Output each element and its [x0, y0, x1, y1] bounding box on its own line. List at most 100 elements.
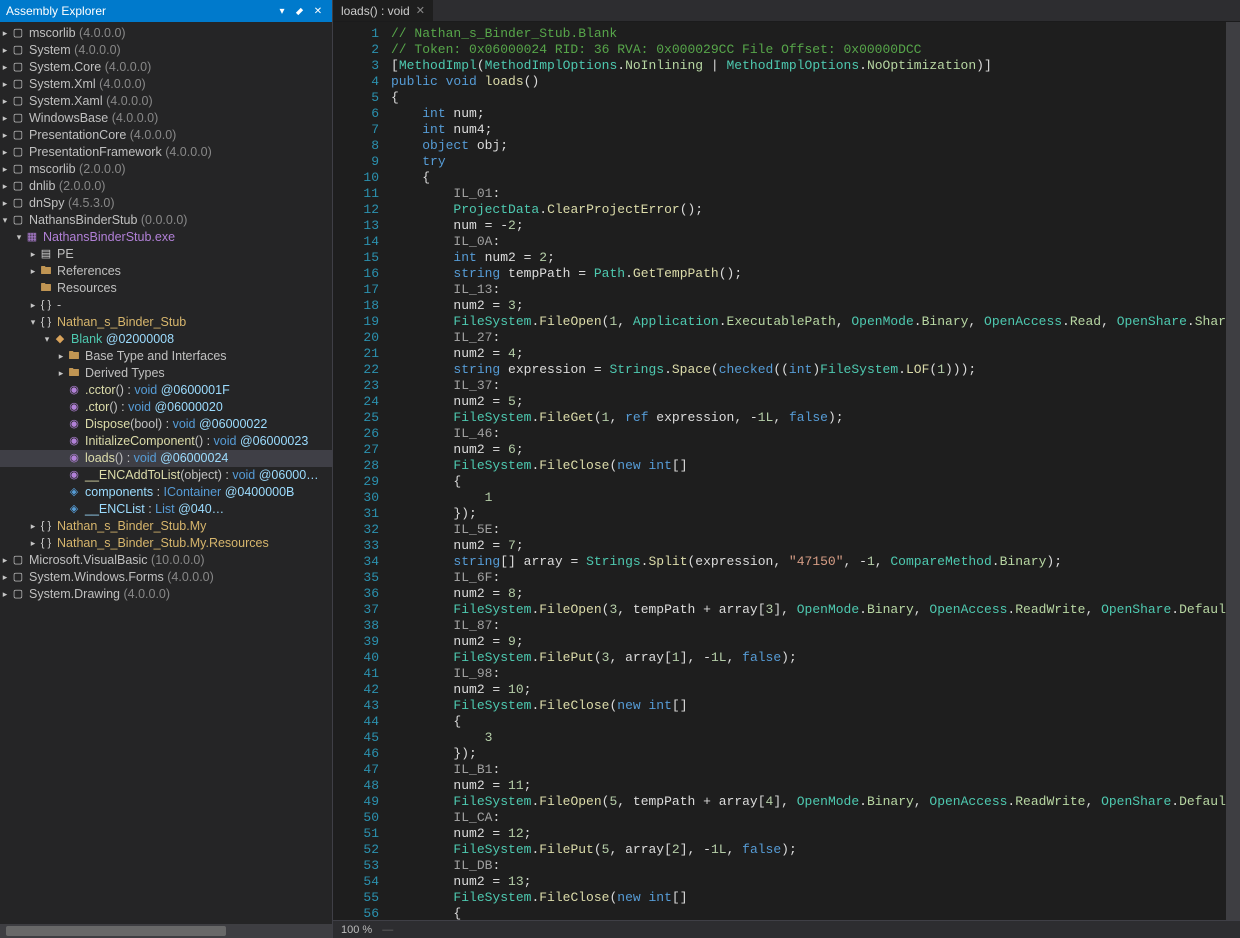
tree-row[interactable]: ▸{ }Nathan_s_Binder_Stub.My	[0, 518, 332, 535]
code-line[interactable]: object obj;	[391, 138, 1226, 154]
chevron-right-icon[interactable]: ▸	[0, 569, 10, 586]
tree-row[interactable]: ▾▦NathansBinderStub.exe	[0, 229, 332, 246]
code-line[interactable]: // Token: 0x06000024 RID: 36 RVA: 0x0000…	[391, 42, 1226, 58]
panel-dropdown-icon[interactable]: ▾	[274, 3, 290, 19]
code-line[interactable]: num2 = 8;	[391, 586, 1226, 602]
code-line[interactable]: num2 = 11;	[391, 778, 1226, 794]
code-line[interactable]: IL_DB:	[391, 858, 1226, 874]
code-line[interactable]: });	[391, 506, 1226, 522]
tree-row[interactable]: ▸▢Microsoft.VisualBasic (10.0.0.0)	[0, 552, 332, 569]
tree-row[interactable]: ▸▢dnSpy (4.5.3.0)	[0, 195, 332, 212]
code-line[interactable]: FileSystem.FileGet(1, ref expression, -1…	[391, 410, 1226, 426]
code-line[interactable]: IL_27:	[391, 330, 1226, 346]
chevron-right-icon[interactable]: ▸	[0, 25, 10, 42]
tree-row[interactable]: ▸◈__ENCList : List @040…	[0, 501, 332, 518]
code-line[interactable]: IL_87:	[391, 618, 1226, 634]
tree-row[interactable]: ▸▢System.Core (4.0.0.0)	[0, 59, 332, 76]
code-line[interactable]: IL_13:	[391, 282, 1226, 298]
code-line[interactable]: IL_98:	[391, 666, 1226, 682]
tree-row[interactable]: ▸▢WindowsBase (4.0.0.0)	[0, 110, 332, 127]
chevron-right-icon[interactable]: ▸	[0, 586, 10, 603]
code-line[interactable]: FileSystem.FileClose(new int[]	[391, 890, 1226, 906]
chevron-right-icon[interactable]: ▸	[0, 110, 10, 127]
code-line[interactable]: IL_CA:	[391, 810, 1226, 826]
tree-row[interactable]: ▸◉__ENCAddToList(object) : void @06000…	[0, 467, 332, 484]
code-line[interactable]: FileSystem.FileClose(new int[]	[391, 458, 1226, 474]
code-line[interactable]: {	[391, 170, 1226, 186]
chevron-right-icon[interactable]: ▸	[28, 246, 38, 263]
code-line[interactable]: string expression = Strings.Space(checke…	[391, 362, 1226, 378]
code-line[interactable]: num2 = 3;	[391, 298, 1226, 314]
tree-row[interactable]: ▸◉Dispose(bool) : void @06000022	[0, 416, 332, 433]
tree-row[interactable]: ▸▢dnlib (2.0.0.0)	[0, 178, 332, 195]
code-editor[interactable]: 1234567891011121314151617181920212223242…	[333, 22, 1240, 920]
code-line[interactable]: FileSystem.FileClose(new int[]	[391, 698, 1226, 714]
code-line[interactable]: FileSystem.FileOpen(5, tempPath + array[…	[391, 794, 1226, 810]
chevron-right-icon[interactable]: ▸	[28, 297, 38, 314]
code-line[interactable]: FileSystem.FileOpen(1, Application.Execu…	[391, 314, 1226, 330]
assembly-tree[interactable]: ▸▢mscorlib (4.0.0.0)▸▢System (4.0.0.0)▸▢…	[0, 22, 332, 924]
chevron-right-icon[interactable]: ▸	[28, 518, 38, 535]
chevron-right-icon[interactable]: ▸	[0, 76, 10, 93]
tree-row[interactable]: ▾◆Blank @02000008	[0, 331, 332, 348]
code-line[interactable]: int num;	[391, 106, 1226, 122]
code-line[interactable]: num2 = 4;	[391, 346, 1226, 362]
chevron-right-icon[interactable]: ▸	[0, 195, 10, 212]
chevron-down-icon[interactable]: ▾	[14, 229, 24, 246]
chevron-right-icon[interactable]: ▸	[0, 552, 10, 569]
code-line[interactable]: {	[391, 906, 1226, 920]
code-line[interactable]: FileSystem.FileOpen(3, tempPath + array[…	[391, 602, 1226, 618]
code-line[interactable]: FileSystem.FilePut(5, array[2], -1L, fal…	[391, 842, 1226, 858]
chevron-right-icon[interactable]: ▸	[0, 178, 10, 195]
chevron-right-icon[interactable]: ▸	[0, 59, 10, 76]
tree-row[interactable]: ▸🖿Base Type and Interfaces	[0, 348, 332, 365]
code-line[interactable]: 3	[391, 730, 1226, 746]
tree-row[interactable]: ▸▢System.Windows.Forms (4.0.0.0)	[0, 569, 332, 586]
chevron-right-icon[interactable]: ▸	[56, 348, 66, 365]
tree-row[interactable]: ▸▢PresentationCore (4.0.0.0)	[0, 127, 332, 144]
code-line[interactable]: public void loads()	[391, 74, 1226, 90]
scrollbar-thumb[interactable]	[6, 926, 226, 936]
code-line[interactable]: num2 = 6;	[391, 442, 1226, 458]
tree-row[interactable]: ▸▢PresentationFramework (4.0.0.0)	[0, 144, 332, 161]
code-line[interactable]: });	[391, 746, 1226, 762]
code-line[interactable]: {	[391, 714, 1226, 730]
code-line[interactable]: int num2 = 2;	[391, 250, 1226, 266]
tree-row[interactable]: ▸◈components : IContainer @0400000B	[0, 484, 332, 501]
tree-row[interactable]: ▸🖿Derived Types	[0, 365, 332, 382]
zoom-level[interactable]: 100 %	[341, 924, 372, 936]
code-line[interactable]: num2 = 13;	[391, 874, 1226, 890]
code-line[interactable]: [MethodImpl(MethodImplOptions.NoInlining…	[391, 58, 1226, 74]
chevron-down-icon[interactable]: ▾	[0, 212, 10, 229]
tab-loads[interactable]: loads() : void ✕	[333, 0, 434, 21]
code-line[interactable]: FileSystem.FilePut(3, array[1], -1L, fal…	[391, 650, 1226, 666]
tree-row[interactable]: ▸🖿Resources	[0, 280, 332, 297]
chevron-right-icon[interactable]: ▸	[28, 263, 38, 280]
tree-row[interactable]: ▸▢System.Xml (4.0.0.0)	[0, 76, 332, 93]
code-line[interactable]: IL_B1:	[391, 762, 1226, 778]
code-line[interactable]: num2 = 12;	[391, 826, 1226, 842]
code-line[interactable]: {	[391, 90, 1226, 106]
code-line[interactable]: try	[391, 154, 1226, 170]
tree-row[interactable]: ▸◉InitializeComponent() : void @06000023	[0, 433, 332, 450]
tree-row[interactable]: ▸◉loads() : void @06000024	[0, 450, 332, 467]
code-line[interactable]: IL_37:	[391, 378, 1226, 394]
chevron-right-icon[interactable]: ▸	[0, 161, 10, 178]
code-line[interactable]: ProjectData.ClearProjectError();	[391, 202, 1226, 218]
tab-close-icon[interactable]: ✕	[416, 4, 425, 17]
tree-row[interactable]: ▸▢System (4.0.0.0)	[0, 42, 332, 59]
tree-row[interactable]: ▸▢System.Xaml (4.0.0.0)	[0, 93, 332, 110]
code-line[interactable]: 1	[391, 490, 1226, 506]
tree-row[interactable]: ▸▢mscorlib (2.0.0.0)	[0, 161, 332, 178]
chevron-right-icon[interactable]: ▸	[0, 93, 10, 110]
chevron-right-icon[interactable]: ▸	[0, 42, 10, 59]
editor-vertical-scrollbar[interactable]	[1226, 22, 1240, 920]
chevron-right-icon[interactable]: ▸	[0, 144, 10, 161]
code-line[interactable]: num2 = 7;	[391, 538, 1226, 554]
tree-row[interactable]: ▾{ }Nathan_s_Binder_Stub	[0, 314, 332, 331]
code-line[interactable]: string tempPath = Path.GetTempPath();	[391, 266, 1226, 282]
tree-row[interactable]: ▸▢mscorlib (4.0.0.0)	[0, 25, 332, 42]
tree-row[interactable]: ▸◉.ctor() : void @06000020	[0, 399, 332, 416]
chevron-right-icon[interactable]: ▸	[56, 365, 66, 382]
tree-horizontal-scrollbar[interactable]	[0, 924, 332, 938]
